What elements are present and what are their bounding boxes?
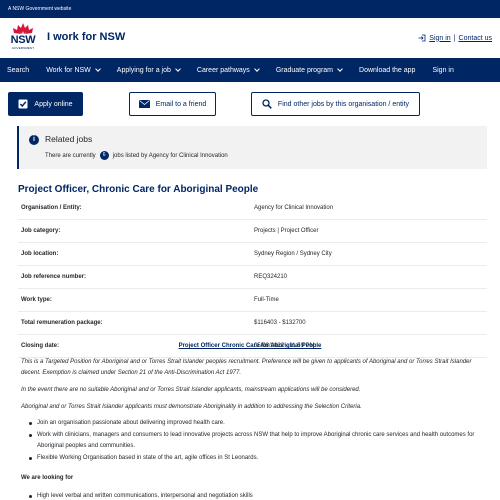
email-to-friend-button[interactable]: Email to a friend [129, 92, 216, 116]
apply-online-label: Apply online [34, 100, 73, 108]
job-title: Project Officer, Chronic Care for Aborig… [18, 184, 259, 195]
targeted-position-paragraph: This is a Targeted Position for Aborigin… [21, 359, 472, 376]
header-links: Sign in | Contact us [418, 34, 492, 42]
nav-label: Download the app [359, 66, 416, 74]
list-item: Join an organisation passionate about de… [29, 418, 479, 429]
table-row: Work type: Full-Time [18, 289, 487, 312]
chevron-down-icon [253, 65, 260, 72]
detail-label: Job location: [21, 251, 59, 257]
detail-value: $116403 - $132700 [254, 320, 306, 326]
government-strip-text: A NSW Government website [8, 6, 72, 12]
nav-label: Search [7, 66, 30, 74]
table-row: Job reference number: REQ324210 [18, 266, 487, 289]
job-description-heading-link[interactable]: Project Officer Chronic Care for Aborigi… [0, 343, 500, 349]
list-item: Work with clinicians, managers and consu… [29, 430, 479, 452]
list-item: High level verbal and written communicat… [29, 491, 479, 500]
detail-label: Total remuneration package: [21, 320, 103, 326]
table-row: Job location: Sydney Region / Sydney Cit… [18, 243, 487, 266]
search-icon [262, 99, 272, 109]
nav-work-for-nsw[interactable]: Work for NSW [46, 65, 101, 74]
nav-label: Sign in [432, 66, 454, 74]
looking-for-heading: We are looking for [21, 475, 74, 481]
apply-online-button[interactable]: Apply online [8, 92, 83, 116]
nav-label: Career pathways [196, 66, 250, 74]
find-other-jobs-label: Find other jobs by this organisation / e… [277, 100, 410, 108]
main-navigation: Search Work for NSW Applying for a job C… [0, 58, 500, 82]
find-other-jobs-button[interactable]: Find other jobs by this organisation / e… [251, 92, 420, 116]
sign-in-link[interactable]: Sign in [429, 35, 450, 42]
chevron-down-icon [94, 65, 101, 72]
list-item: Flexible Working Organisation based in s… [29, 453, 479, 464]
detail-value: Projects | Project Officer [254, 228, 319, 234]
aboriginality-paragraph: Aboriginal and or Torres Strait Islander… [21, 404, 362, 410]
detail-value: Full-Time [254, 297, 279, 303]
nav-label: Work for NSW [46, 66, 91, 74]
table-row: Total remuneration package: $116403 - $1… [18, 312, 487, 335]
sign-in-icon [418, 34, 426, 42]
email-to-friend-label: Email to a friend [155, 100, 207, 108]
nav-search[interactable]: Search [7, 67, 29, 74]
site-name[interactable]: I work for NSW [47, 31, 125, 43]
detail-value: REQ324210 [254, 274, 288, 280]
benefits-list: Join an organisation passionate about de… [29, 418, 479, 465]
government-strip: A NSW Government website [0, 0, 500, 18]
nav-career-pathways[interactable]: Career pathways [196, 65, 260, 74]
mainstream-paragraph: In the event there are no suitable Abori… [21, 387, 361, 393]
detail-label: Organisation / Entity: [21, 205, 82, 211]
envelope-icon [138, 100, 150, 108]
detail-label: Work type: [21, 297, 52, 303]
related-suffix: jobs listed by Agency for Clinical Innov… [112, 152, 228, 159]
detail-value: Sydney Region / Sydney City [254, 251, 332, 257]
related-jobs-text: There are currently 6 jobs listed by Age… [45, 151, 228, 160]
info-icon: i [29, 135, 39, 145]
nav-label: Applying for a job [116, 66, 171, 74]
nav-download-the-app[interactable]: Download the app [359, 67, 415, 74]
logo-text: NSW [10, 34, 36, 46]
nav-label: Graduate program [275, 66, 334, 74]
related-count-badge[interactable]: 6 [99, 151, 109, 160]
checkbox-tick-icon [18, 99, 28, 109]
nav-graduate-program[interactable]: Graduate program [275, 65, 343, 74]
contact-us-link[interactable]: Contact us [459, 35, 492, 42]
related-prefix: There are currently [45, 152, 96, 159]
requirements-list: High level verbal and written communicat… [29, 491, 479, 500]
nav-sign-in[interactable]: Sign in [432, 67, 453, 74]
job-details-table: Organisation / Entity: Agency for Clinic… [18, 197, 487, 358]
chevron-down-icon [175, 65, 181, 72]
logo-subtext: GOVERNMENT [11, 46, 35, 50]
detail-label: Job category: [21, 228, 61, 234]
related-jobs-title: Related jobs [45, 134, 93, 144]
nsw-logo[interactable]: NSW GOVERNMENT [7, 22, 39, 54]
chevron-down-icon [337, 65, 343, 72]
related-jobs-panel: i Related jobs There are currently 6 job… [17, 126, 487, 169]
site-header: NSW GOVERNMENT I work for NSW Sign in | … [0, 18, 500, 58]
nav-applying-for-a-job[interactable]: Applying for a job [116, 65, 181, 74]
table-row: Organisation / Entity: Agency for Clinic… [18, 197, 487, 220]
detail-value: Agency for Clinical Innovation [254, 205, 334, 211]
detail-label: Job reference number: [21, 274, 87, 280]
table-row: Job category: Projects | Project Officer [18, 220, 487, 243]
header-separator: | [453, 34, 456, 42]
